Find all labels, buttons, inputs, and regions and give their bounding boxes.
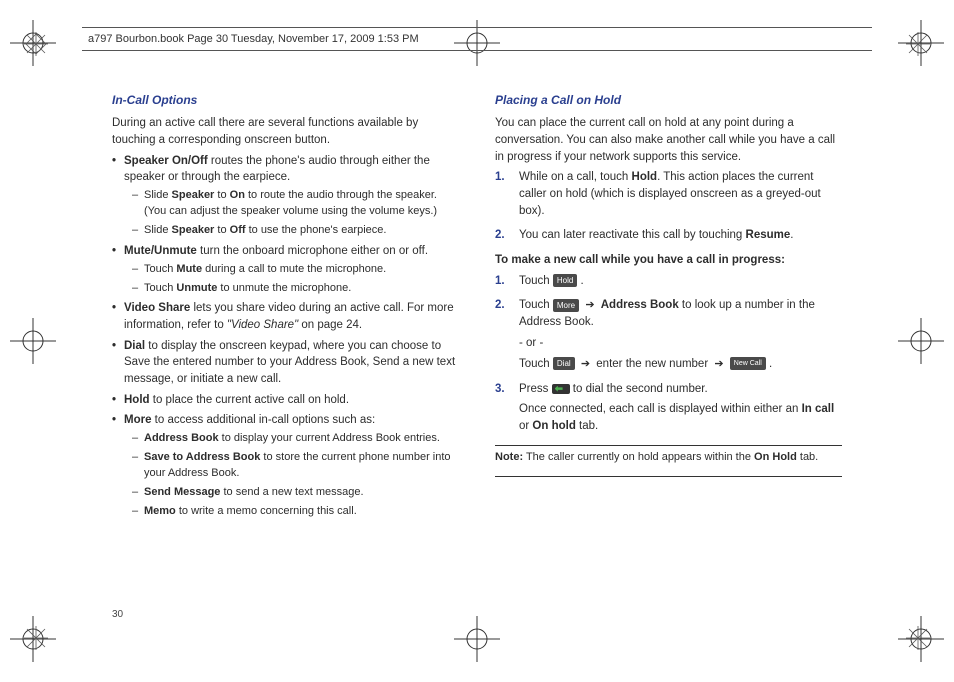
- sub-item: Send Message to send a new text message.: [124, 485, 459, 501]
- new-call-softkey-icon: New Call: [730, 357, 766, 370]
- divider: [495, 476, 842, 477]
- intro-text: You can place the current call on hold a…: [495, 115, 842, 165]
- starburst-icon: [24, 626, 48, 650]
- starburst-icon: [906, 32, 930, 56]
- arrow-icon: [711, 358, 726, 370]
- right-column: Placing a Call on Hold You can place the…: [495, 92, 842, 602]
- page-number: 30: [112, 609, 123, 620]
- hold-softkey-icon: Hold: [553, 274, 577, 287]
- option-mute: Mute/Unmute turn the onboard microphone …: [112, 243, 459, 297]
- arrow-icon: [582, 299, 597, 311]
- more-softkey-icon: More: [553, 299, 579, 312]
- sub-item: Memo to write a memo concerning this cal…: [124, 504, 459, 520]
- option-dial: Dial to display the onscreen keypad, whe…: [112, 338, 459, 388]
- send-key-icon: [552, 384, 570, 394]
- page-header: a797 Bourbon.book Page 30 Tuesday, Novem…: [82, 27, 872, 51]
- sub-item: Address Book to display your current Add…: [124, 431, 459, 447]
- step-item: Touch Hold .: [495, 273, 842, 290]
- dial-softkey-icon: Dial: [553, 357, 575, 370]
- option-speaker: Speaker On/Off routes the phone's audio …: [112, 153, 459, 239]
- note-text: Note: The caller currently on hold appea…: [495, 450, 842, 466]
- sub-item: Touch Unmute to unmute the microphone.: [124, 281, 459, 297]
- step-item: You can later reactivate this call by to…: [495, 227, 842, 244]
- sub-item: Slide Speaker to On to route the audio t…: [124, 188, 459, 220]
- step-item: Touch More Address Book to look up a num…: [495, 297, 842, 372]
- option-more: More to access additional in-call option…: [112, 412, 459, 519]
- arrow-icon: [578, 358, 593, 370]
- left-column: In-Call Options During an active call th…: [112, 92, 459, 602]
- divider: [495, 445, 842, 446]
- option-hold: Hold to place the current active call on…: [112, 392, 459, 409]
- section-title-placing-call-on-hold: Placing a Call on Hold: [495, 92, 842, 109]
- starburst-icon: [24, 32, 48, 56]
- step-tail: Once connected, each call is displayed w…: [519, 401, 842, 434]
- crop-mark-icon: [10, 318, 56, 364]
- starburst-icon: [906, 626, 930, 650]
- sub-item: Touch Mute during a call to mute the mic…: [124, 262, 459, 278]
- crop-mark-icon: [454, 616, 500, 662]
- sub-item: Save to Address Book to store the curren…: [124, 450, 459, 482]
- section-title-in-call-options: In-Call Options: [112, 92, 459, 109]
- step-alt: Touch Dial enter the new number New Call…: [519, 356, 842, 373]
- option-video-share: Video Share lets you share video during …: [112, 300, 459, 333]
- intro-text: During an active call there are several …: [112, 115, 459, 148]
- sub-item: Slide Speaker to Off to use the phone's …: [124, 223, 459, 239]
- or-separator: - or -: [519, 335, 842, 352]
- step-item: While on a call, touch Hold. This action…: [495, 169, 842, 219]
- step-item: Press to dial the second number. Once co…: [495, 381, 842, 435]
- sub-heading: To make a new call while you have a call…: [495, 252, 842, 269]
- crop-mark-icon: [898, 318, 944, 364]
